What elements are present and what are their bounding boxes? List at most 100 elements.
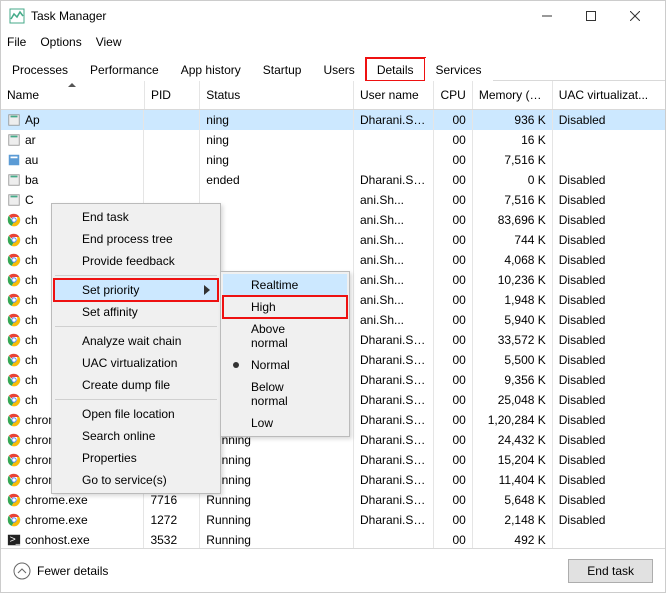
menu-item-open-file-location[interactable]: Open file location xyxy=(54,403,218,425)
end-task-button[interactable]: End task xyxy=(568,559,653,583)
cell-status: ning xyxy=(200,130,354,150)
cell-cpu: 00 xyxy=(433,150,472,170)
window-title: Task Manager xyxy=(31,9,525,23)
menu-item-set-priority[interactable]: Set priority xyxy=(54,279,218,301)
col-user[interactable]: User name xyxy=(353,81,433,109)
cell-name: ba xyxy=(1,170,144,190)
cell-uac: Disabled xyxy=(552,230,665,250)
menu-item-end-task[interactable]: End task xyxy=(54,206,218,228)
table-row[interactable]: ApningDharani.Sh...00936 KDisabled xyxy=(1,109,665,130)
menu-item-go-to-service-s-[interactable]: Go to service(s) xyxy=(54,469,218,491)
menu-item-below-normal[interactable]: Below normal xyxy=(223,376,347,412)
menu-item-create-dump-file[interactable]: Create dump file xyxy=(54,374,218,396)
cell-status xyxy=(200,210,354,230)
menu-item-uac-virtualization[interactable]: UAC virtualization xyxy=(54,352,218,374)
menu-item-label: Normal xyxy=(251,358,319,372)
menu-item-high[interactable]: High xyxy=(223,296,347,318)
table-row[interactable]: arning0016 K xyxy=(1,130,665,150)
fewer-details-button[interactable]: Fewer details xyxy=(13,562,108,580)
col-name[interactable]: Name xyxy=(1,81,144,109)
svg-text:>_: >_ xyxy=(10,533,21,545)
col-pid[interactable]: PID xyxy=(144,81,199,109)
menu-options[interactable]: Options xyxy=(40,35,81,49)
menu-item-realtime[interactable]: Realtime xyxy=(223,274,347,296)
table-row[interactable]: chrome.exe1272RunningDharani.Sh...002,14… xyxy=(1,510,665,530)
cell-pid xyxy=(144,130,199,150)
cell-memory: 7,516 K xyxy=(472,190,552,210)
cell-user: Dharani.Sh... xyxy=(353,170,433,190)
menu-item-label: Set priority xyxy=(82,283,190,297)
cell-cpu: 00 xyxy=(433,230,472,250)
cell-name: chrome.exe xyxy=(1,510,144,530)
menu-item-label: High xyxy=(251,300,319,314)
menu-item-label: Go to service(s) xyxy=(82,473,190,487)
radio-dot-icon xyxy=(233,362,239,368)
cell-memory: 4,068 K xyxy=(472,250,552,270)
cell-memory: 25,048 K xyxy=(472,390,552,410)
cell-memory: 744 K xyxy=(472,230,552,250)
cell-cpu: 00 xyxy=(433,170,472,190)
col-uac[interactable]: UAC virtualizat... xyxy=(552,81,665,109)
cell-memory: 1,20,284 K xyxy=(472,410,552,430)
tab-processes[interactable]: Processes xyxy=(1,58,79,81)
tab-services[interactable]: Services xyxy=(425,58,493,81)
tab-users[interactable]: Users xyxy=(312,58,365,81)
menu-item-properties[interactable]: Properties xyxy=(54,447,218,469)
cell-cpu: 00 xyxy=(433,510,472,530)
cell-uac: Disabled xyxy=(552,350,665,370)
menu-item-normal[interactable]: Normal xyxy=(223,354,347,376)
cell-status: Running xyxy=(200,470,354,490)
col-memory[interactable]: Memory (a... xyxy=(472,81,552,109)
cell-status xyxy=(200,250,354,270)
cell-status: Running xyxy=(200,530,354,550)
cell-cpu: 00 xyxy=(433,450,472,470)
cell-cpu: 00 xyxy=(433,210,472,230)
cell-memory: 33,572 K xyxy=(472,330,552,350)
tab-startup[interactable]: Startup xyxy=(252,58,313,81)
cell-memory: 492 K xyxy=(472,530,552,550)
cell-memory: 2,148 K xyxy=(472,510,552,530)
cell-uac: Disabled xyxy=(552,250,665,270)
cell-user: ani.Sh... xyxy=(353,230,433,250)
menu-view[interactable]: View xyxy=(96,35,122,49)
cell-memory: 24,432 K xyxy=(472,430,552,450)
cell-user: Dharani.Sh... xyxy=(353,390,433,410)
menu-item-above-normal[interactable]: Above normal xyxy=(223,318,347,354)
cell-memory: 10,236 K xyxy=(472,270,552,290)
menu-item-provide-feedback[interactable]: Provide feedback xyxy=(54,250,218,272)
menu-file[interactable]: File xyxy=(7,35,26,49)
cell-status xyxy=(200,230,354,250)
cell-memory: 0 K xyxy=(472,170,552,190)
cell-cpu: 00 xyxy=(433,109,472,130)
cell-uac: Disabled xyxy=(552,470,665,490)
close-button[interactable] xyxy=(613,1,657,31)
cell-uac: Disabled xyxy=(552,290,665,310)
col-cpu[interactable]: CPU xyxy=(433,81,472,109)
menu-item-set-affinity[interactable]: Set affinity xyxy=(54,301,218,323)
menu-item-analyze-wait-chain[interactable]: Analyze wait chain xyxy=(54,330,218,352)
menu-item-label: Properties xyxy=(82,451,190,465)
col-status[interactable]: Status xyxy=(200,81,354,109)
cell-cpu: 00 xyxy=(433,330,472,350)
maximize-button[interactable] xyxy=(569,1,613,31)
menu-item-search-online[interactable]: Search online xyxy=(54,425,218,447)
titlebar: Task Manager xyxy=(1,1,665,31)
table-row[interactable]: baendedDharani.Sh...000 KDisabled xyxy=(1,170,665,190)
cell-uac: Disabled xyxy=(552,210,665,230)
cell-uac: Disabled xyxy=(552,430,665,450)
menu-item-end-process-tree[interactable]: End process tree xyxy=(54,228,218,250)
cell-user: Dharani.Sh... xyxy=(353,350,433,370)
minimize-button[interactable] xyxy=(525,1,569,31)
cell-memory: 11,404 K xyxy=(472,470,552,490)
table-row[interactable]: >_conhost.exe3532Running00492 K xyxy=(1,530,665,550)
cell-cpu: 00 xyxy=(433,370,472,390)
tab-app-history[interactable]: App history xyxy=(170,58,252,81)
details-grid: Name PID Status User name CPU Memory (a.… xyxy=(1,81,665,551)
cell-pid xyxy=(144,109,199,130)
table-row[interactable]: auning007,516 K xyxy=(1,150,665,170)
cell-status: Running xyxy=(200,510,354,530)
tab-details[interactable]: Details xyxy=(366,58,425,81)
tab-performance[interactable]: Performance xyxy=(79,58,170,81)
cell-user xyxy=(353,150,433,170)
menu-item-low[interactable]: Low xyxy=(223,412,347,434)
